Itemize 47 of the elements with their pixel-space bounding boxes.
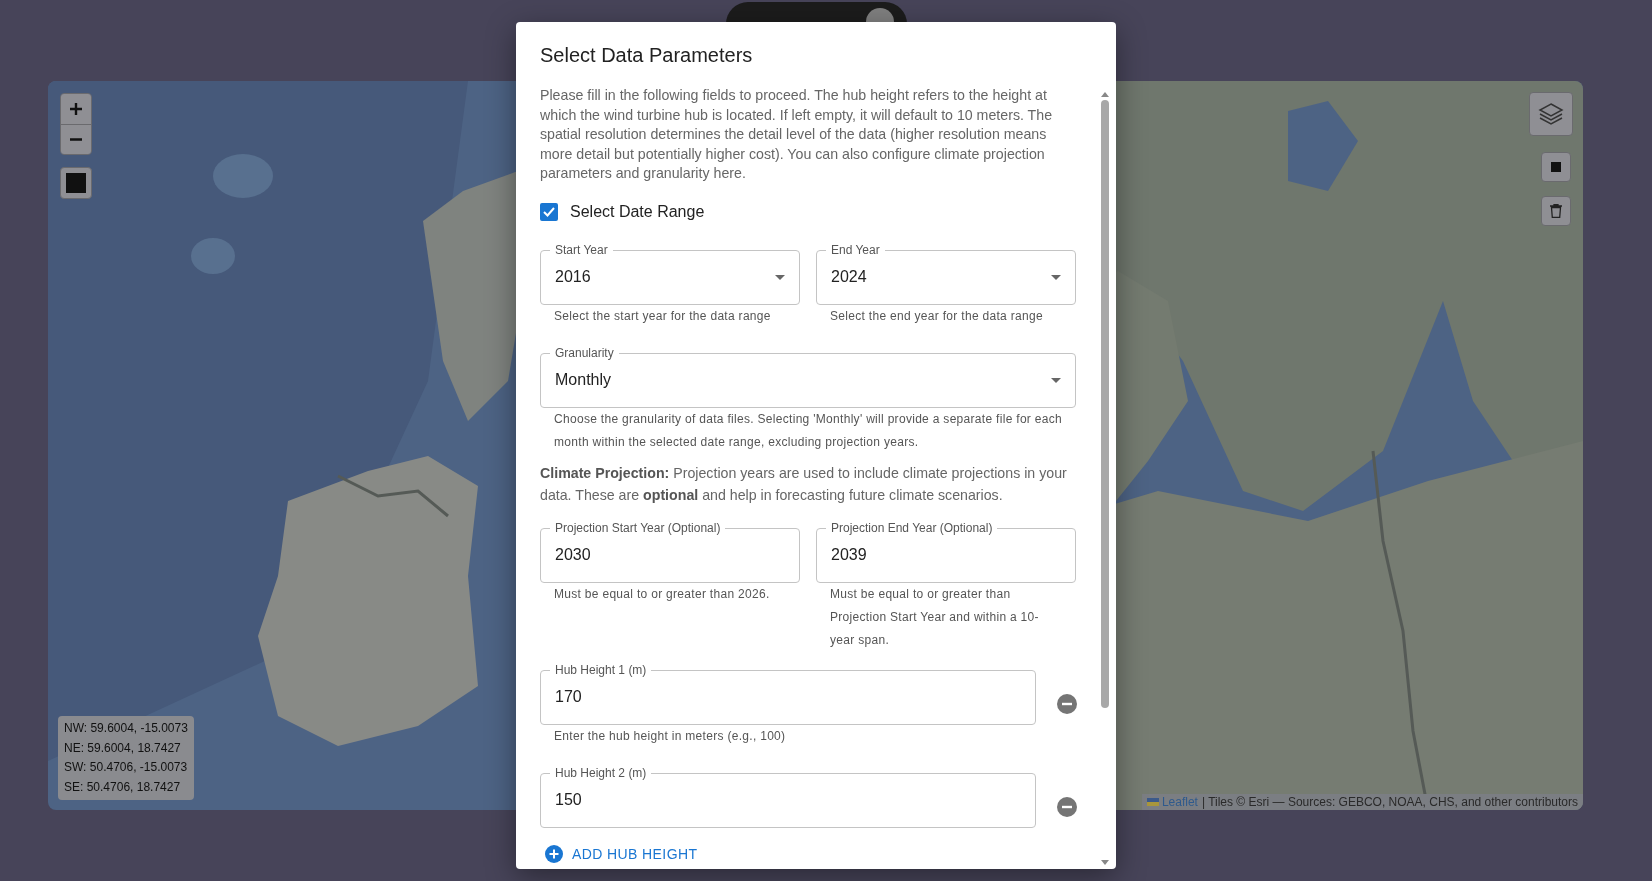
checkbox[interactable] [540, 202, 558, 221]
trash-icon [1550, 204, 1562, 218]
draw-rectangle-button[interactable] [60, 167, 92, 199]
scroll-down-icon [1101, 860, 1109, 865]
caret-icon [1051, 377, 1061, 383]
field-label: Start Year [550, 242, 613, 257]
dialog-title: Select Data Parameters [540, 43, 753, 68]
field-label: Hub Height 1 (m) [550, 662, 652, 677]
helper-text: Enter the hub height in meters (e.g., 100) [554, 727, 787, 745]
scroll-up-icon [1101, 92, 1109, 97]
stop-button[interactable] [1541, 152, 1571, 182]
scrollbar[interactable] [1100, 92, 1110, 865]
plus-circle-icon [545, 844, 563, 863]
helper-text: Must be equal to or greater than 2026. [554, 585, 771, 603]
coordinate-text: SW: 50.4706, -15.0073 [64, 759, 188, 776]
field-label: Projection Start Year (Optional) [550, 520, 726, 535]
coordinate-text: SE: 50.4706, 18.7427 [64, 778, 182, 796]
square-icon [1551, 162, 1561, 172]
helper-text: Select the start year for the data range [554, 307, 772, 325]
caret-icon [775, 274, 785, 280]
checkbox-label: Select Date Range [570, 202, 705, 221]
add-hub-height-button[interactable]: ADD HUB HEIGHT [540, 838, 703, 869]
coordinate-text: NE: 59.6004, 18.7427 [64, 739, 182, 757]
delete-button[interactable] [1541, 196, 1571, 226]
coordinate-text: NW: 59.6004, -15.0073 [64, 720, 188, 737]
helper-text: Choose the granularity of data files. Selecting 'Monthly' will provide a separate file for each month within the selected date range, excluding projection years. [554, 410, 1062, 451]
flag-icon [1146, 798, 1159, 806]
caret-icon [1051, 274, 1061, 280]
field-label: Hub Height 2 (m) [550, 765, 652, 780]
plus-icon [69, 102, 83, 116]
helper-text: Must be equal to or greater than Projection Start Year and within a 10-year span. [830, 585, 1040, 649]
field-label: End Year [826, 242, 885, 257]
description-text: Please fill in the following fields to proceed. The hub height refers to the height at which the wind turbine hub is located. If left empty, it will default to 10 meters. The spatial resolution determines the detail level of the data (higher resolution means more detail but potentially higher cost). You can also configure climate projection parameters and granularity here. [540, 86, 1054, 183]
check-icon [543, 206, 555, 217]
remove-icon[interactable] [1057, 796, 1077, 817]
layers-icon [1538, 102, 1564, 126]
helper-text: Select the end year for the data range [830, 307, 1044, 325]
square-icon [66, 173, 86, 193]
field-label: Projection End Year (Optional) [826, 520, 998, 535]
climate-note: Climate Projection: Projection years are used to include climate projections in your data. These are optional and help in forecasting future climate scenarios. [540, 463, 1068, 505]
zoom-in-button[interactable] [61, 94, 91, 124]
layers-button[interactable] [1529, 92, 1573, 136]
remove-icon[interactable] [1057, 693, 1077, 714]
minus-icon [69, 138, 83, 141]
zoom-out-button[interactable] [61, 124, 91, 154]
field-label: Granularity [550, 345, 619, 360]
attribution-text: | Tiles © Esri — Sources: GEBCO, NOAA, CHS, and other contributors [1201, 795, 1578, 809]
